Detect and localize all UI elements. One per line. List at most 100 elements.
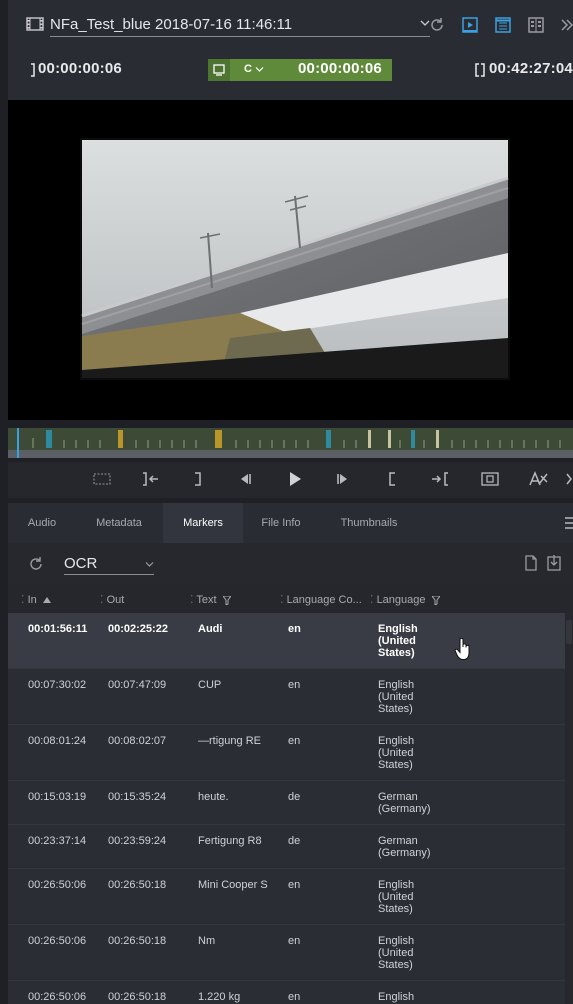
table-row[interactable]: 00:01:56:11 00:02:25:22 Audi en English … xyxy=(8,613,565,669)
duration-timecode: 00:42:27:04 xyxy=(489,60,573,77)
split-view-icon[interactable] xyxy=(527,16,545,34)
table-row[interactable]: 00:26:50:06 00:26:50:18 Nm en English (U… xyxy=(8,925,565,981)
cell-language-code: en xyxy=(288,991,301,1003)
column-in[interactable]: ⁚ In xyxy=(21,593,51,606)
cell-language: English (United States) xyxy=(378,935,415,971)
step-forward-icon[interactable] xyxy=(334,471,352,487)
cell-in: 00:01:56:11 xyxy=(28,623,88,635)
table-row[interactable]: 00:26:50:06 00:26:50:18 Mini Cooper S en… xyxy=(8,869,565,925)
cell-in: 00:26:50:06 xyxy=(28,879,87,891)
cell-language-code: de xyxy=(288,835,301,847)
export-icon[interactable] xyxy=(546,554,562,572)
in-point-timecode: 00:00:00:06 xyxy=(38,60,122,77)
cell-out: 00:07:47:09 xyxy=(108,679,167,691)
table-scrollbar-track[interactable] xyxy=(565,613,573,1004)
marker-type-select[interactable]: OCR xyxy=(64,555,154,575)
text-overlay-icon[interactable] xyxy=(527,470,549,488)
step-back-icon[interactable] xyxy=(236,471,254,487)
cell-language: German (Germany) xyxy=(378,835,431,859)
in-bracket-icon xyxy=(30,63,36,77)
cell-in: 00:07:30:02 xyxy=(28,679,87,691)
table-row[interactable]: 00:07:30:02 00:07:47:09 CUP en English (… xyxy=(8,669,565,725)
copy-icon[interactable] xyxy=(523,554,539,572)
cell-in: 00:15:03:19 xyxy=(28,791,87,803)
cell-language: English xyxy=(378,991,415,1003)
timecode-row: 00:00:00:06 C 00:00:00:06 00:42:27:04 xyxy=(8,58,573,82)
transport-controls xyxy=(8,462,573,498)
header: NFa_Test_blue 2018-07-16 11:46:11 00:00:… xyxy=(8,0,573,100)
tab-metadata[interactable]: Metadata xyxy=(80,503,158,543)
cell-language: English (United States) xyxy=(378,735,415,771)
filter-icon[interactable] xyxy=(431,595,440,605)
collapse-icon[interactable] xyxy=(560,17,573,33)
table-row[interactable]: 00:26:50:06 00:26:50:18 1.220 kg en Engl… xyxy=(8,981,565,1004)
table-row[interactable]: 00:08:01:24 00:08:02:07 —rtigung RE en E… xyxy=(8,725,565,781)
tab-audio[interactable]: Audio xyxy=(8,503,76,543)
refresh-icon[interactable] xyxy=(428,16,446,34)
column-language[interactable]: ⁚ Language xyxy=(370,593,440,606)
markers-table-header: ⁚ In ⁚ Out ⁚ Text ⁚ Language Co... ⁚ Lan… xyxy=(8,585,573,613)
refresh-icon[interactable] xyxy=(27,555,45,573)
channel-selector[interactable]: C xyxy=(244,63,264,75)
go-to-in-icon[interactable] xyxy=(141,471,161,487)
cell-language-code: en xyxy=(288,879,301,891)
marker-toolbar: OCR xyxy=(8,543,573,585)
cell-in: 00:26:50:06 xyxy=(28,935,87,947)
detail-tabs: Audio Metadata Markers File Info Thumbna… xyxy=(8,503,573,543)
fullscreen-icon[interactable] xyxy=(480,471,500,487)
column-out[interactable]: ⁚ Out xyxy=(100,593,124,606)
cell-text: Mini Cooper S xyxy=(198,879,268,891)
column-language-code[interactable]: ⁚ Language Co... xyxy=(280,593,362,606)
cell-language: English (United States) xyxy=(378,879,415,915)
cell-out: 00:23:59:24 xyxy=(108,835,167,847)
player-view-icon[interactable] xyxy=(461,16,479,34)
cell-text: 1.220 kg xyxy=(198,991,241,1003)
monitor-icon[interactable] xyxy=(208,59,230,81)
more-icon[interactable] xyxy=(565,472,573,486)
clip-title-select[interactable]: NFa_Test_blue 2018-07-16 11:46:11 xyxy=(50,15,430,37)
clip-title-row: NFa_Test_blue 2018-07-16 11:46:11 xyxy=(26,14,573,38)
chevron-down-icon xyxy=(145,561,154,568)
clip-title-text: NFa_Test_blue 2018-07-16 11:46:11 xyxy=(50,16,293,33)
cell-language-code: en xyxy=(288,623,301,635)
column-language-label: Language xyxy=(376,594,426,606)
film-icon xyxy=(26,17,44,31)
marker-type-value: OCR xyxy=(64,555,98,572)
cell-in: 00:26:50:06 xyxy=(28,991,87,1003)
column-out-label: Out xyxy=(106,594,125,606)
safe-area-icon[interactable] xyxy=(92,471,112,487)
menu-icon[interactable] xyxy=(564,516,573,530)
video-player[interactable] xyxy=(8,100,573,420)
cell-text: Fertigung R8 xyxy=(198,835,262,847)
tab-file-info[interactable]: File Info xyxy=(248,503,314,543)
tab-markers[interactable]: Markers xyxy=(163,503,243,543)
scrub-bar[interactable] xyxy=(8,450,573,458)
column-text[interactable]: ⁚ Text xyxy=(190,593,231,606)
filter-icon[interactable] xyxy=(222,595,231,605)
document-view-icon[interactable] xyxy=(494,16,512,34)
table-row[interactable]: 00:23:37:14 00:23:59:24 Fertigung R8 de … xyxy=(8,825,565,869)
play-icon[interactable] xyxy=(286,470,304,488)
column-in-label: In xyxy=(27,594,37,606)
table-scrollbar-thumb[interactable] xyxy=(566,620,572,644)
cell-language: English (United States) xyxy=(378,623,418,659)
channel-label: C xyxy=(244,63,252,75)
mark-in-icon[interactable] xyxy=(386,471,398,487)
go-to-out-icon[interactable] xyxy=(430,471,450,487)
cell-language: German (Germany) xyxy=(378,791,431,815)
current-timecode: 00:00:00:06 xyxy=(298,60,382,77)
out-bracket-icon xyxy=(474,63,486,77)
video-still-image xyxy=(80,138,510,380)
marker-timeline-track xyxy=(8,428,573,450)
playhead[interactable] xyxy=(17,428,19,458)
cell-in: 00:08:01:24 xyxy=(28,735,87,747)
cell-out: 00:02:25:22 xyxy=(108,623,168,635)
cell-language: English (United States) xyxy=(378,679,415,715)
cell-language-code: en xyxy=(288,935,301,947)
table-row[interactable]: 00:15:03:19 00:15:35:24 heute. de German… xyxy=(8,781,565,825)
sort-ascending-icon xyxy=(42,597,51,604)
tab-thumbnails[interactable]: Thumbnails xyxy=(328,503,410,543)
cell-language-code: en xyxy=(288,735,301,747)
mark-out-icon[interactable] xyxy=(192,471,204,487)
cell-text: CUP xyxy=(198,679,222,691)
